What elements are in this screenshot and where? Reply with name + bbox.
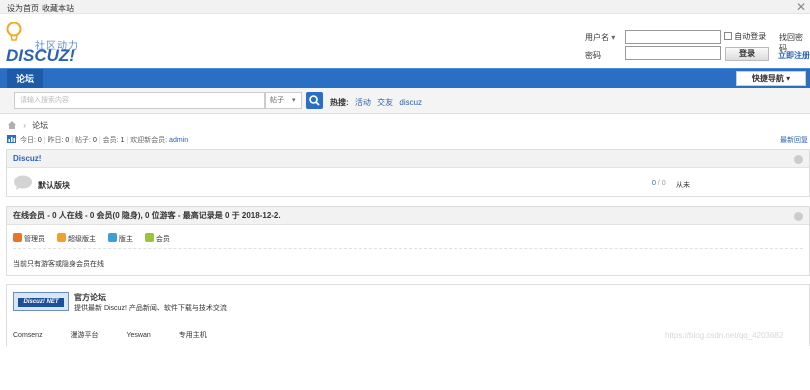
collapse-icon[interactable] <box>794 212 803 221</box>
watermark: https://blog.csdn.net/qq_4203682 <box>665 331 784 340</box>
member-legend: 管理员 超级版主 版主 会员 <box>13 233 180 244</box>
moderator-icon <box>107 233 117 242</box>
username-input[interactable] <box>625 30 721 44</box>
password-input[interactable] <box>625 46 721 60</box>
search-type-select[interactable]: 帖子 ▾ <box>265 92 302 109</box>
site-logo[interactable]: 社区动力 DISCUZ! <box>6 22 106 66</box>
newest-member-link[interactable]: admin <box>169 137 188 144</box>
legend-moderator: 版主 <box>107 233 133 244</box>
checkbox-icon[interactable] <box>724 32 732 40</box>
stats-chart-icon <box>7 135 16 143</box>
legend-admin: 管理员 <box>13 233 45 244</box>
login-button[interactable]: 登录 <box>725 47 769 61</box>
forum-bubble-icon <box>14 175 32 190</box>
search-icon <box>309 95 320 106</box>
search-input[interactable]: 请输入搜索内容 <box>14 92 265 109</box>
category-title[interactable]: Discuz! <box>7 150 809 168</box>
collapse-icon[interactable] <box>794 155 803 164</box>
hot-term-link[interactable]: 交友 <box>377 98 393 107</box>
breadcrumb-current[interactable]: 论坛 <box>32 121 48 130</box>
hot-term-link[interactable]: discuz <box>399 98 422 107</box>
set-home-link[interactable]: 设为首页 <box>7 3 39 14</box>
latest-reply-link[interactable]: 最新回复 <box>780 135 808 145</box>
hot-search: 热搜: 活动 交友 discuz <box>330 98 423 107</box>
admin-icon <box>13 233 22 242</box>
online-notice: 当前只有游客或隐身会员在线 <box>13 261 104 268</box>
footer-link[interactable]: 漫游平台 <box>71 332 99 339</box>
search-button[interactable] <box>306 92 323 109</box>
search-bar: 请输入搜索内容 帖子 ▾ 热搜: 活动 交友 discuz <box>0 88 810 114</box>
divider <box>13 248 803 249</box>
discuz-net-badge[interactable]: Discuz! NET <box>13 292 69 311</box>
legend-member: 会员 <box>144 233 170 244</box>
legend-super-moderator: 超级版主 <box>56 233 96 244</box>
hot-term-link[interactable]: 活动 <box>355 98 371 107</box>
member-icon <box>144 233 154 242</box>
forum-stats: 今日: 0 | 昨日: 0 | 帖子: 0 | 会员: 1 | 欢迎新会员: a… <box>7 135 188 145</box>
caret-down-icon: ▾ <box>786 74 791 83</box>
top-bar: 设为首页 收藏本站 ✕ <box>0 0 810 14</box>
password-label: 密码 <box>585 51 601 60</box>
logo-brand: DISCUZ! <box>6 46 75 65</box>
footer-link[interactable]: Yeswan <box>126 332 150 339</box>
chevron-down-icon: ▾ <box>291 97 296 104</box>
home-icon[interactable] <box>7 120 17 129</box>
online-members: 在线会员 - 0 人在线 - 0 会员(0 隐身), 0 位游客 - 最高记录是… <box>6 206 810 276</box>
main-nav: 论坛 快捷导航 ▾ <box>0 68 810 89</box>
auto-login-checkbox[interactable]: 自动登录 <box>724 31 766 42</box>
register-link[interactable]: 立即注册 <box>778 50 810 61</box>
quick-nav-button[interactable]: 快捷导航 ▾ <box>736 71 806 86</box>
tab-forum[interactable]: 论坛 <box>7 69 44 89</box>
footer-link[interactable]: 专用主机 <box>179 332 207 339</box>
forum-counts: 0 / 0 <box>652 180 666 187</box>
breadcrumb: › 论坛 <box>7 120 48 131</box>
footer-link[interactable]: Comsenz <box>13 332 43 339</box>
official-forum-desc: 提供最新 Discuz! 产品新闻、软件下载与技术交流 <box>74 305 227 312</box>
official-forum-title[interactable]: 官方论坛 <box>74 292 106 303</box>
footer-links: Comsenz 漫游平台 Yeswan 专用主机 <box>13 330 233 340</box>
close-icon[interactable]: ✕ <box>796 0 806 14</box>
forum-name-link[interactable]: 默认版块 <box>38 180 70 191</box>
online-title: 在线会员 - 0 人在线 - 0 会员(0 隐身), 0 位游客 - 最高记录是… <box>7 207 809 225</box>
bookmark-link[interactable]: 收藏本站 <box>42 3 74 14</box>
lightbulb-icon <box>6 22 22 41</box>
breadcrumb-separator-icon: › <box>23 121 26 130</box>
forum-last-post: 从未 <box>676 182 690 189</box>
username-select[interactable]: 用户名 ▾ <box>585 32 615 43</box>
forum-category: Discuz! 默认版块 0 / 0 从未 <box>6 149 810 197</box>
chevron-down-icon: ▾ <box>611 33 616 42</box>
super-moderator-icon <box>56 233 66 242</box>
